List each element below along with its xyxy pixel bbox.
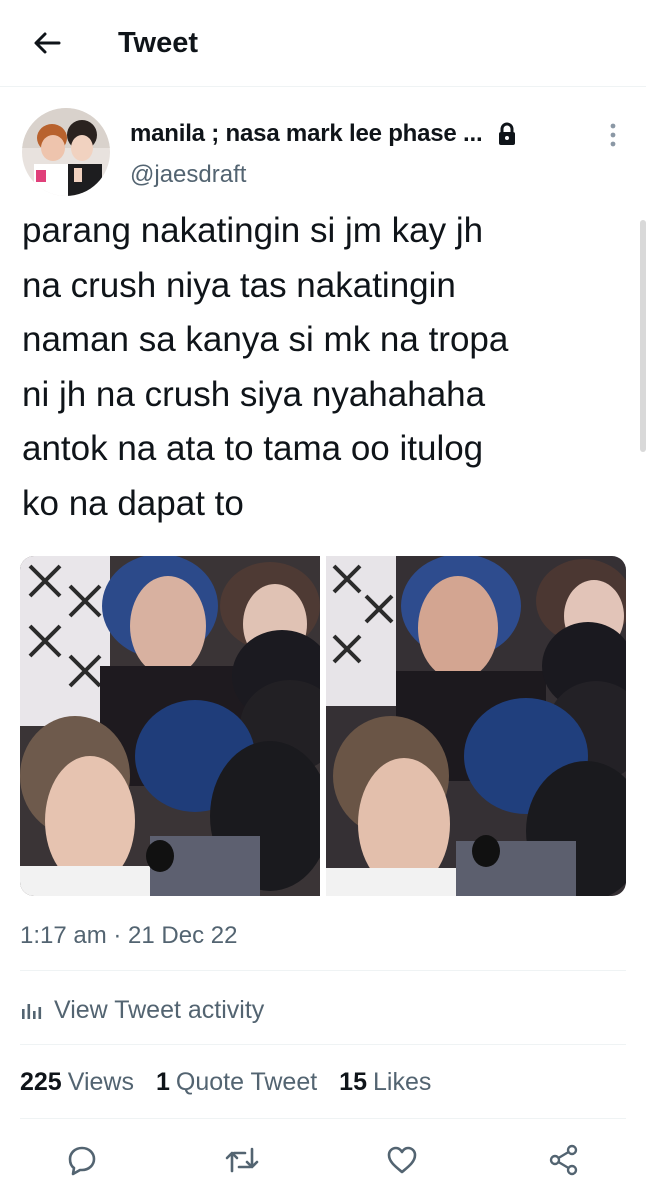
bar-chart-icon	[20, 999, 42, 1021]
author-handle[interactable]: @jaesdraft	[130, 160, 246, 190]
quote-tweets-label: Quote Tweet	[175, 1067, 318, 1096]
tweet-stats: 225 Views 1 Quote Tweet 15 Likes	[20, 1064, 453, 1100]
views-stat[interactable]: 225 Views	[20, 1068, 134, 1097]
author-name-row[interactable]: manila ; nasa mark lee phase ...	[130, 118, 600, 150]
tweet-timestamp[interactable]: 1:17 am · 21 Dec 22	[20, 920, 237, 952]
reply-icon	[68, 1146, 96, 1176]
divider	[20, 1044, 626, 1045]
views-count: 225	[20, 1067, 62, 1096]
author-display-name[interactable]: manila ; nasa mark lee phase ...	[130, 120, 483, 148]
quote-tweets-stat[interactable]: 1 Quote Tweet	[156, 1068, 317, 1097]
lock-icon	[496, 122, 518, 146]
reply-button[interactable]	[64, 1142, 100, 1178]
divider	[20, 970, 626, 971]
more-options-button[interactable]	[598, 118, 628, 152]
avatar[interactable]	[22, 108, 110, 196]
tweet-photo-2[interactable]	[326, 556, 626, 896]
likes-label: Likes	[372, 1067, 432, 1096]
likes-count: 15	[339, 1067, 367, 1096]
divider	[20, 1118, 626, 1119]
view-tweet-activity-label: View Tweet activity	[54, 995, 265, 1024]
tweet-actions	[0, 1136, 646, 1180]
retweet-button[interactable]	[224, 1142, 260, 1178]
views-label: Views	[67, 1067, 134, 1096]
tweet-text: parang nakatingin si jm kay jh na crush …	[22, 211, 509, 523]
like-button[interactable]	[384, 1142, 420, 1178]
more-vertical-icon	[610, 123, 616, 147]
share-icon	[549, 1144, 578, 1176]
likes-stat[interactable]: 15 Likes	[339, 1068, 431, 1097]
top-bar: Tweet	[0, 0, 646, 87]
avatar-image	[22, 108, 110, 196]
view-tweet-activity-link[interactable]: View Tweet activity	[20, 990, 264, 1030]
tweet-photo-1[interactable]	[20, 556, 320, 896]
retweet-icon	[225, 1147, 259, 1173]
share-button[interactable]	[546, 1142, 582, 1178]
quote-tweets-count: 1	[155, 1067, 170, 1096]
arrow-left-icon	[34, 32, 61, 54]
page-title: Tweet	[118, 27, 199, 59]
heart-icon	[387, 1146, 417, 1174]
scrollbar[interactable]	[640, 220, 646, 452]
back-button[interactable]	[28, 26, 66, 60]
